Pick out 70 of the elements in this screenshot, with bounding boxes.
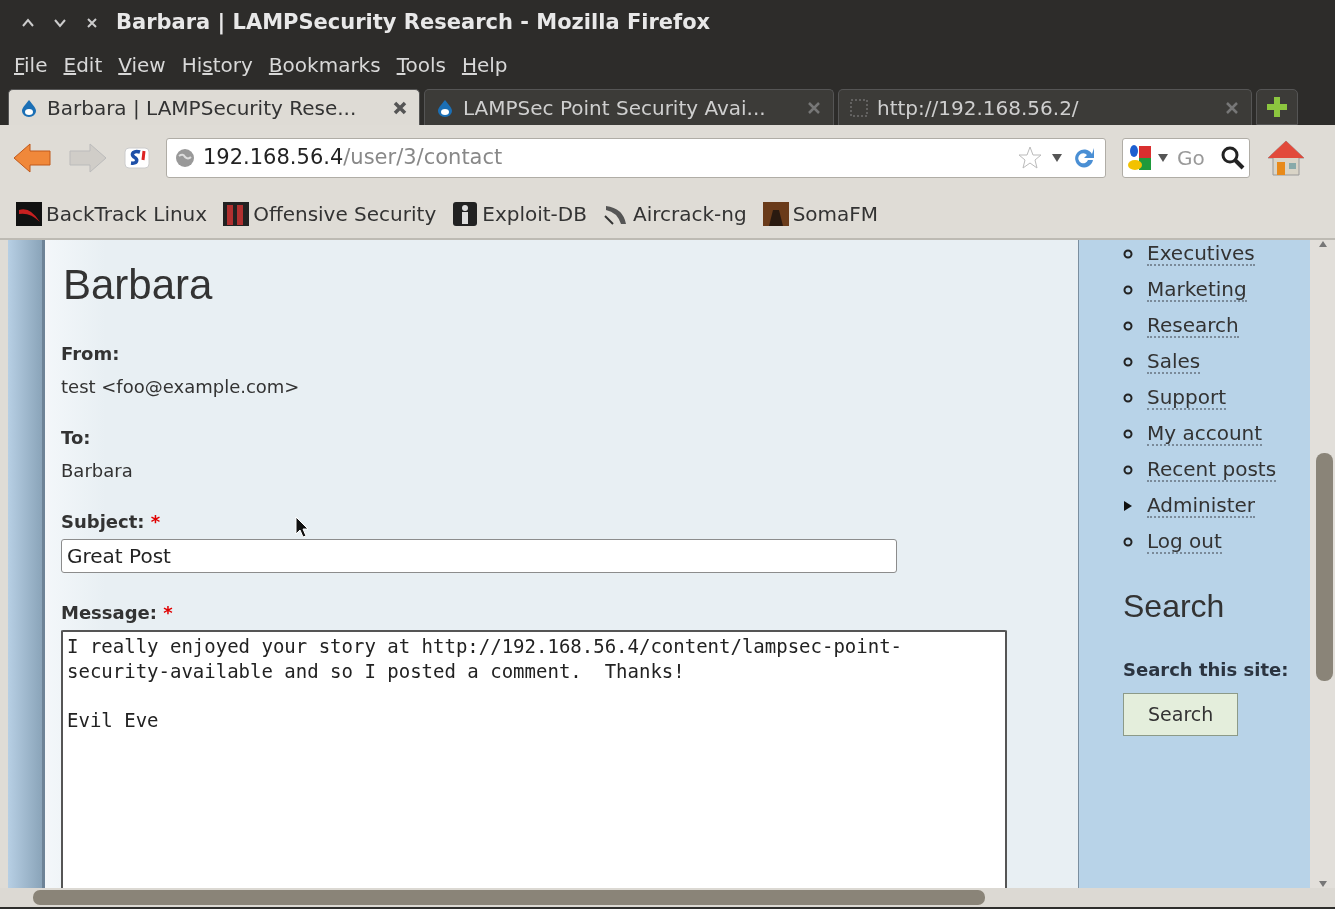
sidebar-link[interactable]: Executives — [1147, 242, 1255, 266]
bullet-icon — [1123, 357, 1133, 367]
blank-page-icon — [849, 97, 869, 118]
bookmark-link[interactable]: BackTrack Linux — [16, 199, 208, 229]
field-label: Message: — [61, 602, 157, 624]
field-value: Barbara — [61, 460, 133, 482]
cursor-icon — [295, 516, 309, 538]
browser-tab[interactable]: Barbara | LAMPSecurity Rese... — [8, 89, 420, 125]
sidebar-link[interactable]: Support — [1147, 386, 1227, 410]
field-label: From: — [61, 343, 120, 365]
bullet-icon — [1123, 537, 1133, 547]
required-marker: * — [150, 511, 161, 533]
plus-icon — [1265, 95, 1289, 119]
field-label: To: — [61, 427, 91, 449]
page-heading: Barbara — [63, 260, 214, 310]
scrollbar-thumb[interactable] — [33, 890, 985, 905]
back-arrow-icon[interactable] — [12, 140, 52, 175]
vertical-scrollbar[interactable] — [1310, 240, 1335, 888]
sidebar-link[interactable]: Sales — [1147, 350, 1201, 374]
sidebar-link[interactable]: My account — [1147, 422, 1263, 446]
search-icon[interactable] — [1221, 145, 1245, 170]
required-marker: * — [163, 602, 173, 624]
dropdown-triangle-icon[interactable] — [1051, 152, 1063, 163]
menu-item[interactable]: Edit — [63, 50, 103, 80]
window-title: Barbara | LAMPSecurity Research - Mozilla Firefox — [116, 8, 711, 37]
bullet-icon — [1123, 321, 1133, 331]
bullet-icon — [1123, 285, 1133, 295]
new-tab-button[interactable] — [1256, 89, 1298, 125]
figure-icon — [452, 202, 479, 226]
field-label: Subject: — [61, 511, 145, 533]
bullet-icon — [1123, 429, 1133, 439]
bullet-icon — [1123, 465, 1133, 475]
menu-item[interactable]: Tools — [396, 50, 446, 80]
star-icon[interactable] — [1017, 144, 1043, 171]
horizontal-scrollbar[interactable] — [0, 888, 1335, 907]
browser-tab[interactable]: LAMPSec Point Security Avai... — [424, 89, 834, 125]
search-button[interactable]: Search — [1123, 693, 1239, 736]
message-field[interactable]: I really enjoyed your story at http://192.168.56.4/content/lampsec-point-security-available and so I posted a comment. Thanks! Evil Eve — [61, 630, 1007, 888]
search-label: Search this site: — [1123, 658, 1290, 682]
dragon-icon — [16, 202, 42, 226]
sidebar-link[interactable]: Marketing — [1147, 278, 1247, 302]
globe-icon — [175, 147, 195, 168]
bookmark-link[interactable]: SomaFM — [762, 199, 879, 229]
bullet-icon — [1123, 393, 1133, 403]
menu-item[interactable]: View — [118, 50, 166, 80]
scrollbar-thumb[interactable] — [1316, 453, 1333, 681]
tower-icon — [223, 202, 250, 226]
browser-tab[interactable]: http://192.168.56.2/ — [838, 89, 1252, 125]
search-heading: Search — [1123, 587, 1226, 626]
portrait-icon — [762, 202, 789, 226]
collapsed-triangle-icon — [1123, 500, 1133, 512]
address-bar[interactable]: 192.168.56.4/user/3/contact — [166, 137, 1106, 178]
dropdown-triangle-icon[interactable] — [1157, 152, 1169, 163]
menu-item[interactable]: File — [14, 50, 48, 80]
bookmark-link[interactable]: Offensive Security — [223, 199, 437, 229]
bookmark-link[interactable]: Exploit-DB — [452, 199, 587, 229]
bullet-icon — [1123, 249, 1133, 259]
field-value: test <foo@example.com> — [61, 376, 300, 398]
subject-field[interactable]: Great Post — [61, 539, 897, 574]
menu-item[interactable]: Help — [461, 50, 508, 80]
google-icon — [1127, 143, 1153, 172]
sidebar-link[interactable]: Log out — [1147, 530, 1222, 554]
sidebar-link[interactable]: Recent posts — [1147, 458, 1277, 482]
s-logo-icon[interactable] — [124, 144, 150, 171]
menu-item[interactable]: Bookmarks — [268, 50, 381, 80]
home-icon[interactable] — [1266, 138, 1306, 177]
bookmark-link[interactable]: Aircrack-ng — [602, 199, 747, 229]
sidebar-link[interactable]: Administer — [1147, 494, 1256, 518]
menu-item[interactable]: History — [181, 50, 253, 80]
sidebar-link[interactable]: Research — [1147, 314, 1239, 338]
